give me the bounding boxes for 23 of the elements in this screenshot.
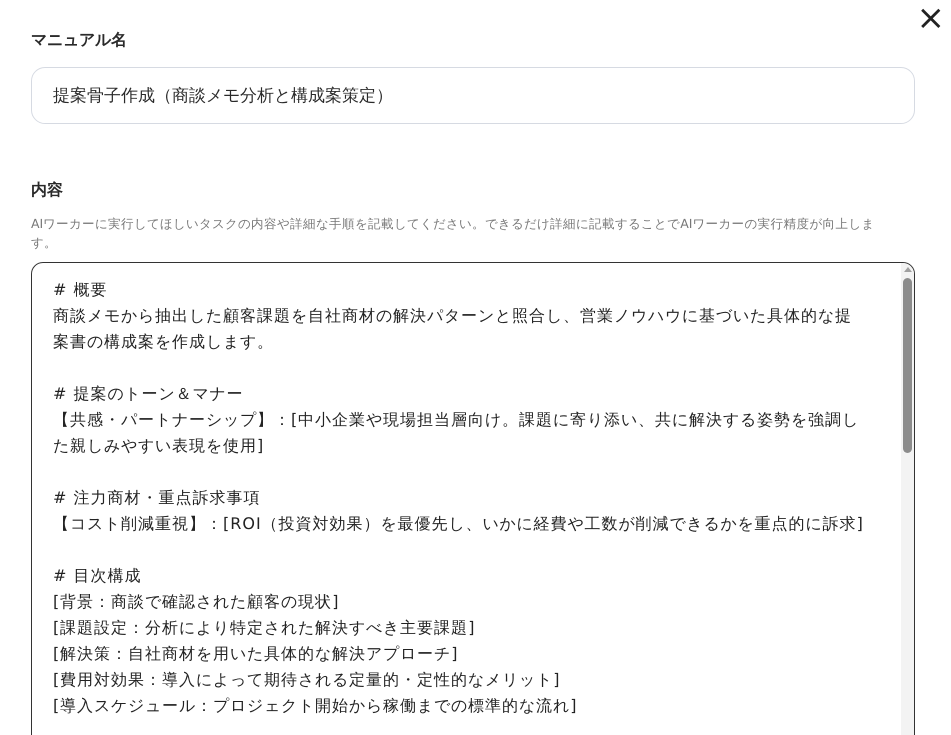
scroll-up-arrow-icon[interactable] (904, 266, 912, 272)
text-line: 商談メモから抽出した顧客課題を自社商材の解決パターンと照合し、営業ノウハウに基づいた具体的な提 (53, 305, 852, 327)
text-line: た親しみやすい表現を使用] (53, 435, 264, 457)
text-line: [費用対効果：導入によって期待される定量的・定性的なメリット] (53, 669, 560, 691)
text-line: 【共感・パートナーシップ】：[中小企業や現場担当層向け。課題に寄り添い、共に解決する姿勢を強調し (53, 409, 860, 431)
field-label: マニュアル名 (31, 30, 128, 51)
text-line: # 注力商材・重点訴求事項 (53, 487, 260, 509)
content-field[interactable] (31, 262, 915, 735)
text-line: # 目次構成 (53, 565, 142, 587)
manual-name-input[interactable]: 提案骨子作成（商談メモ分析と構成案策定） (31, 67, 915, 124)
text-line: 案書の構成案を作成します。 (53, 331, 274, 353)
text-line: [背景：商談で確認された顧客の現状] (53, 591, 340, 613)
text-line: [解決策：自社商材を用いた具体的な解決アプローチ] (53, 643, 458, 665)
scrollbar[interactable] (901, 263, 914, 735)
text-line: # 提案のトーン＆マナー (53, 383, 244, 405)
field-label: 内容 (31, 180, 64, 201)
text-line: # 概要 (53, 279, 108, 301)
close-button[interactable]: × (912, 0, 949, 36)
scrollbar-thumb[interactable] (903, 278, 912, 453)
text-line: 【コスト削減重視】：[ROI（投資対効果）を最優先し、いかに経費や工数が削減できるかを重点的に訴求] (53, 513, 864, 535)
text-line: [課題設定：分析により特定された解決すべき主要課題] (53, 617, 476, 639)
help-text: AIワーカーに実行してほしいタスクの内容や詳細な手順を記載してください。できるだけ詳細に記載することでAIワーカーの実行精度が向上します。 (31, 215, 876, 252)
text-line: [導入スケジュール：プロジェクト開始から稼働までの標準的な流れ] (53, 695, 578, 717)
